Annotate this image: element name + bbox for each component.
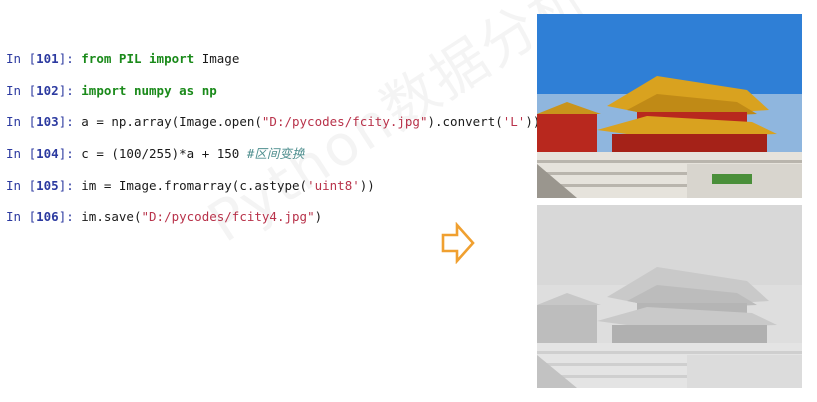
code-token: a = np.array(Image.open(: [81, 114, 262, 129]
code-token: im = Image.fromarray(c.astype(: [81, 178, 308, 193]
prompt-suffix: ]:: [58, 114, 74, 129]
cell-prompt: In [104]:: [6, 146, 74, 161]
cell-prompt: In [106]:: [6, 209, 74, 224]
code-token: im.save(: [81, 209, 142, 224]
cell-number: 102: [36, 83, 59, 98]
code-cell[interactable]: In [102]: import numpy as np: [6, 82, 217, 100]
prompt-suffix: ]:: [58, 146, 74, 161]
cell-prompt: In [103]:: [6, 114, 74, 129]
forbidden-city-color-photo: [537, 14, 802, 198]
prompt-prefix: In [: [6, 83, 37, 98]
code-token: import: [81, 83, 127, 98]
code-token: ).convert(: [427, 114, 503, 129]
cell-number: 101: [36, 51, 59, 66]
code-token: import: [149, 51, 195, 66]
code-cell[interactable]: In [104]: c = (100/255)*a + 150 #区间变换: [6, 145, 304, 163]
code-token: as: [179, 83, 195, 98]
cell-number: 103: [36, 114, 59, 129]
cell-number: 106: [36, 209, 59, 224]
code-token: from: [81, 51, 112, 66]
prompt-suffix: ]:: [58, 178, 74, 193]
code-token: #区间变换: [246, 146, 305, 161]
code-token: np: [201, 83, 217, 98]
prompt-suffix: ]:: [58, 51, 74, 66]
cell-prompt: In [101]:: [6, 51, 74, 66]
prompt-prefix: In [: [6, 178, 37, 193]
code-token: "D:/pycodes/fcity4.jpg": [141, 209, 315, 224]
right-arrow-icon: [441, 222, 475, 264]
code-token: 'L': [502, 114, 526, 129]
code-token: ): [314, 209, 323, 224]
prompt-suffix: ]:: [58, 83, 74, 98]
cell-prompt: In [105]:: [6, 178, 74, 193]
forbidden-city-gray-photo: [537, 205, 802, 388]
code-token: PIL: [118, 51, 142, 66]
code-cell[interactable]: In [106]: im.save("D:/pycodes/fcity4.jpg…: [6, 208, 322, 226]
cell-prompt: In [102]:: [6, 83, 74, 98]
code-cell[interactable]: In [105]: im = Image.fromarray(c.astype(…: [6, 177, 375, 195]
prompt-prefix: In [: [6, 209, 37, 224]
code-cell[interactable]: In [101]: from PIL import Image: [6, 50, 239, 68]
prompt-prefix: In [: [6, 114, 37, 129]
code-token: numpy: [133, 83, 172, 98]
code-token: "D:/pycodes/fcity.jpg": [261, 114, 428, 129]
code-cell[interactable]: In [103]: a = np.array(Image.open("D:/py…: [6, 113, 540, 131]
cell-number: 104: [36, 146, 59, 161]
cell-number: 105: [36, 178, 59, 193]
prompt-suffix: ]:: [58, 209, 74, 224]
code-token: )): [359, 178, 375, 193]
code-token: c = (100/255)*a + 150: [81, 146, 247, 161]
code-token: 'uint8': [307, 178, 360, 193]
code-token: Image: [194, 51, 240, 66]
prompt-prefix: In [: [6, 146, 37, 161]
prompt-prefix: In [: [6, 51, 37, 66]
